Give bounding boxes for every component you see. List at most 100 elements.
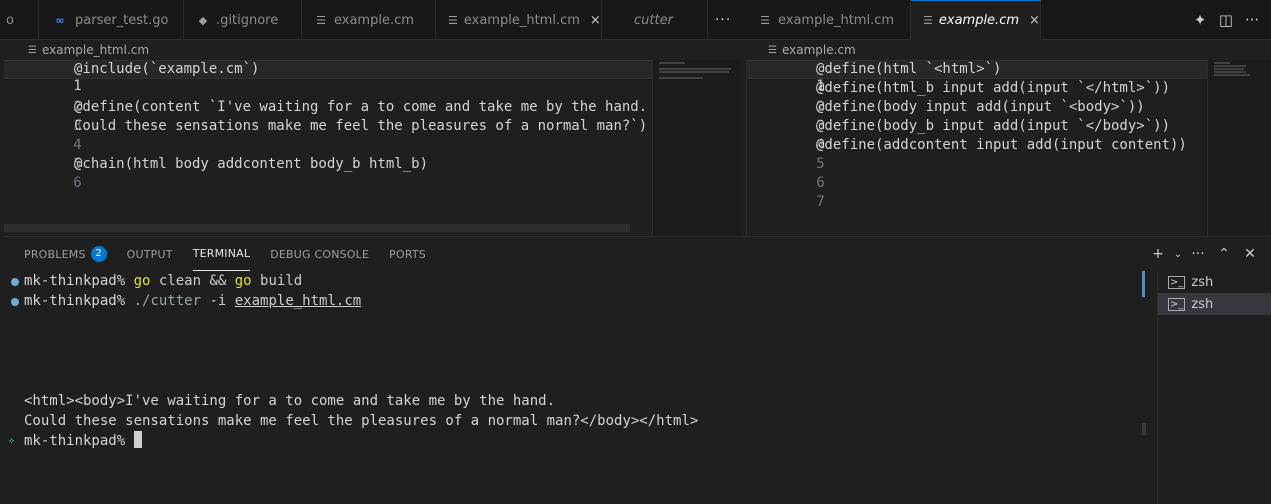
code-line[interactable]: 6 (747, 155, 824, 191)
code-text: Could these sensations make me feel the … (74, 118, 648, 134)
terminal[interactable]: mk-thinkpad% go clean && go build mk-thi… (4, 271, 1144, 504)
code-text: @define(html_b input add(input `</html>`… (816, 80, 1171, 96)
code-line[interactable]: 1 @include(`example.cm`) (4, 60, 652, 94)
tab-debug-console[interactable]: DEBUG CONSOLE (270, 237, 369, 271)
terminal-line: mk-thinkpad% (24, 431, 142, 451)
new-terminal-icon[interactable]: + (1145, 246, 1171, 262)
breadcrumb[interactable]: ☰ example_html.cm (28, 40, 149, 60)
breadcrumb-file: example.cm (781, 43, 856, 57)
panel-actions: + ⌄ ··· ⌃ ✕ (1145, 237, 1263, 271)
code-line[interactable]: 4 Could these sensations make me feel th… (4, 117, 647, 153)
code-line[interactable]: 1 @define(html `<html>`) (747, 60, 1207, 94)
problems-count-badge: 2 (90, 246, 107, 262)
code-text: @define(body_b input add(input `</body>`… (816, 118, 1171, 134)
file-lines-icon: ☰ (923, 14, 933, 27)
code-line[interactable]: 3 @define(content `I've waiting for a to… (4, 98, 647, 134)
tab-label: cutter (634, 12, 673, 28)
maximize-panel-icon[interactable]: ⌃ (1211, 246, 1237, 262)
scroll-marker (1142, 271, 1145, 297)
tab-label: example_html.cm (778, 12, 895, 28)
more-actions-icon[interactable]: ··· (1185, 246, 1211, 262)
more-actions-icon[interactable]: ··· (708, 0, 738, 40)
file-link[interactable]: example_html.cm (235, 293, 361, 309)
minimap[interactable] (652, 60, 742, 236)
more-actions-icon[interactable]: ··· (1239, 11, 1265, 29)
terminal-icon: >_ (1168, 275, 1186, 289)
bottom-panel: PROBLEMS 2 OUTPUT TERMINAL DEBUG CONSOLE… (4, 236, 1271, 504)
terminal-output: <html><body>I've waiting for a to come a… (24, 393, 556, 409)
code-text: @define(html `<html>`) (816, 61, 1002, 77)
panel-tabs: PROBLEMS 2 OUTPUT TERMINAL DEBUG CONSOLE… (4, 237, 426, 271)
tab-example-cm-active[interactable]: ☰ example.cm × (911, 0, 1041, 40)
tab-label: DEBUG CONSOLE (270, 247, 370, 261)
terminal-list: >_ zsh >_ zsh (1157, 271, 1271, 504)
code-text: @define(content `I've waiting for a to c… (74, 99, 648, 115)
tab-ports[interactable]: PORTS (389, 237, 426, 271)
tab-gitignore[interactable]: ◆ .gitignore (184, 0, 302, 40)
code-line[interactable]: 2 (4, 79, 81, 115)
tab-label: TERMINAL (192, 247, 251, 260)
file-lines-icon: ☰ (768, 44, 777, 56)
chevron-down-icon[interactable]: ⌄ (1171, 249, 1185, 260)
tab-label: .gitignore (216, 12, 279, 28)
prompt: mk-thinkpad% (24, 433, 126, 449)
code-line[interactable]: 6 @chain(html body addcontent body_b htm… (4, 155, 428, 191)
go-icon: ∞ (55, 13, 65, 27)
breadcrumb-file: example_html.cm (41, 43, 150, 57)
file-lines-icon: ☰ (28, 44, 37, 56)
code-line[interactable]: 3 @define(body input add(input `<body>`)… (747, 98, 1145, 134)
sparkle-icon[interactable]: ✦ (1187, 11, 1213, 29)
tab-problems[interactable]: PROBLEMS 2 (24, 237, 107, 271)
code-text: @chain(html body addcontent body_b html_… (74, 156, 429, 172)
code-line[interactable]: 4 @define(body_b input add(input `</body… (747, 117, 1170, 153)
editor-right[interactable]: 1 @define(html `<html>`) 2 @define(html_… (746, 60, 1271, 236)
sparkle-icon[interactable]: ✧ (8, 433, 15, 447)
close-icon[interactable]: × (1029, 13, 1040, 28)
close-icon[interactable]: × (590, 13, 601, 28)
code-line[interactable]: 2 @define(html_b input add(input `</html… (747, 79, 1170, 115)
tab-label: example.cm (334, 12, 414, 28)
terminal-line: mk-thinkpad% go clean && go build (24, 273, 303, 289)
terminal-item[interactable]: >_ zsh (1158, 271, 1271, 293)
prompt: mk-thinkpad% (24, 293, 126, 309)
horizontal-scrollbar[interactable] (4, 224, 630, 232)
line-number: 6 (73, 175, 82, 191)
code-text: @define(body input add(input `<body>`)) (816, 99, 1145, 115)
tab-partial[interactable]: o (0, 0, 39, 40)
terminal-line: mk-thinkpad% ./cutter -i example_html.cm (24, 293, 362, 309)
line-number: 7 (816, 194, 825, 210)
prompt: mk-thinkpad% (24, 273, 126, 289)
file-lines-icon: ☰ (316, 13, 326, 27)
terminal-icon: >_ (1168, 297, 1186, 311)
tab-terminal[interactable]: TERMINAL (192, 237, 251, 271)
tab-label: PROBLEMS (24, 247, 86, 261)
code-line[interactable]: 7 (747, 174, 824, 210)
tab-label: PORTS (389, 247, 426, 261)
tab-example-cm[interactable]: ☰ example.cm (302, 0, 436, 40)
command-success-dot[interactable] (11, 278, 19, 286)
file-lines-icon: ☰ (448, 13, 458, 27)
command-success-dot[interactable] (11, 298, 19, 306)
code-line[interactable]: 5 @define(addcontent input add(input con… (747, 136, 1187, 172)
split-editor-icon[interactable]: ◫ (1213, 11, 1239, 29)
editor-actions: ✦ ◫ ··· (1187, 0, 1271, 40)
tab-output[interactable]: OUTPUT (127, 237, 173, 271)
tab-label: parser_test.go (75, 12, 169, 28)
tab-example-html-cm[interactable]: ☰ example_html.cm (746, 0, 911, 40)
code-line[interactable]: 5 (4, 136, 81, 172)
terminal-item[interactable]: >_ zsh (1158, 293, 1271, 315)
close-icon[interactable]: ✕ (1237, 246, 1263, 262)
code-text: @include(`example.cm`) (74, 61, 260, 77)
terminal-scrollbar[interactable] (1142, 423, 1146, 435)
tab-label: OUTPUT (126, 247, 173, 261)
tab-example-html-cm[interactable]: ☰ example_html.cm × (436, 0, 602, 40)
minimap[interactable] (1207, 60, 1271, 236)
right-tab-bar: ☰ example_html.cm ☰ example.cm × ✦ ◫ ··· (746, 0, 1271, 40)
breadcrumb[interactable]: ☰ example.cm (768, 40, 856, 60)
tab-cutter[interactable]: cutter (602, 0, 708, 40)
tab-parser-test-go[interactable]: ∞ parser_test.go (39, 0, 184, 40)
tab-label: example_html.cm (463, 12, 580, 28)
git-icon: ◆ (198, 13, 208, 27)
editor-left[interactable]: 1 @include(`example.cm`) 2 3 @define(con… (4, 60, 750, 236)
file-lines-icon: ☰ (760, 13, 770, 27)
